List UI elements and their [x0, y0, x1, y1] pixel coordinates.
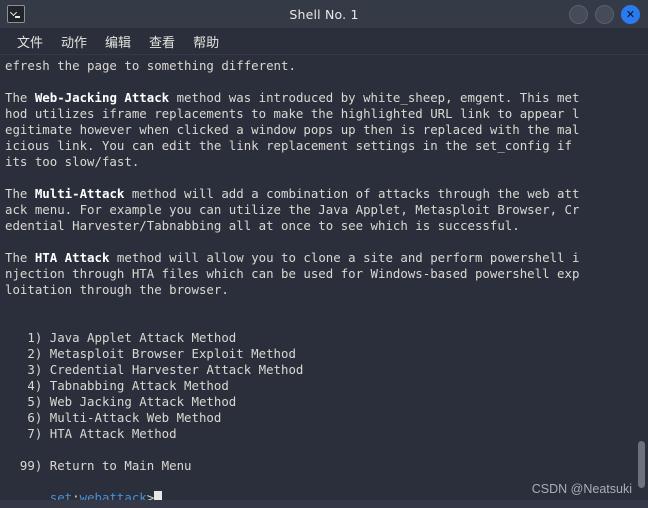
terminal-output: efresh the page to something different. … [5, 58, 628, 474]
terminal-line: ack menu. For example you can utilize th… [5, 202, 580, 217]
terminal-line: its too slow/fast. [5, 154, 140, 169]
menu-bar: 文件 动作 编辑 查看 帮助 [0, 28, 648, 55]
menu-item-help[interactable]: 帮助 [184, 30, 228, 53]
terminal-line: The HTA Attack method will allow you to … [5, 250, 580, 265]
terminal-line: edential Harvester/Tabnabbing all at onc… [5, 218, 520, 233]
terminal-icon [7, 5, 25, 23]
window-title: Shell No. 1 [289, 6, 359, 22]
terminal-scrollbar[interactable] [635, 55, 648, 508]
terminal-body[interactable]: efresh the page to something different. … [0, 55, 648, 508]
menu-item-file[interactable]: 文件 [8, 30, 52, 53]
minimize-button[interactable] [569, 4, 588, 24]
menu-item-actions[interactable]: 动作 [52, 30, 96, 53]
terminal-line: icious link. You can edit the link repla… [5, 138, 572, 153]
terminal-line: 99) Return to Main Menu [5, 458, 192, 473]
maximize-button[interactable] [595, 4, 614, 24]
terminal-line: njection through HTA files which can be … [5, 266, 580, 281]
terminal-line: The Multi-Attack method will add a combi… [5, 186, 580, 201]
close-icon: ✕ [625, 7, 636, 21]
terminal-line: 4) Tabnabbing Attack Method [5, 378, 229, 393]
window-bottom-strip [0, 500, 648, 508]
menu-item-edit[interactable]: 编辑 [96, 30, 140, 53]
terminal-line: efresh the page to something different. [5, 58, 296, 73]
terminal-line: 6) Multi-Attack Web Method [5, 410, 222, 425]
menu-item-view[interactable]: 查看 [140, 30, 184, 53]
watermark-text: CSDN @Neatsuki [531, 482, 632, 496]
terminal-line: 3) Credential Harvester Attack Method [5, 362, 304, 377]
terminal-window: Shell No. 1 ✕ 文件 动作 编辑 查看 帮助 efresh the … [0, 0, 648, 508]
terminal-line: 7) HTA Attack Method [5, 426, 177, 441]
terminal-line: 5) Web Jacking Attack Method [5, 394, 237, 409]
terminal-line: loitation through the browser. [5, 282, 229, 297]
terminal-line-emphasis: Multi-Attack [34, 186, 125, 201]
terminal-line: The Web-Jacking Attack method was introd… [5, 90, 580, 105]
terminal-line-emphasis: HTA Attack [34, 250, 110, 265]
terminal-line: 1) Java Applet Attack Method [5, 330, 237, 345]
close-button[interactable]: ✕ [621, 4, 640, 24]
terminal-line-emphasis: Web-Jacking Attack [34, 90, 170, 105]
terminal-line: hod utilizes iframe replacements to make… [5, 106, 580, 121]
terminal-line: egitimate however when clicked a window … [5, 122, 580, 137]
scrollbar-thumb[interactable] [638, 441, 645, 488]
window-controls: ✕ [569, 4, 640, 24]
title-bar: Shell No. 1 ✕ [0, 0, 648, 28]
terminal-line: 2) Metasploit Browser Exploit Method [5, 346, 296, 361]
